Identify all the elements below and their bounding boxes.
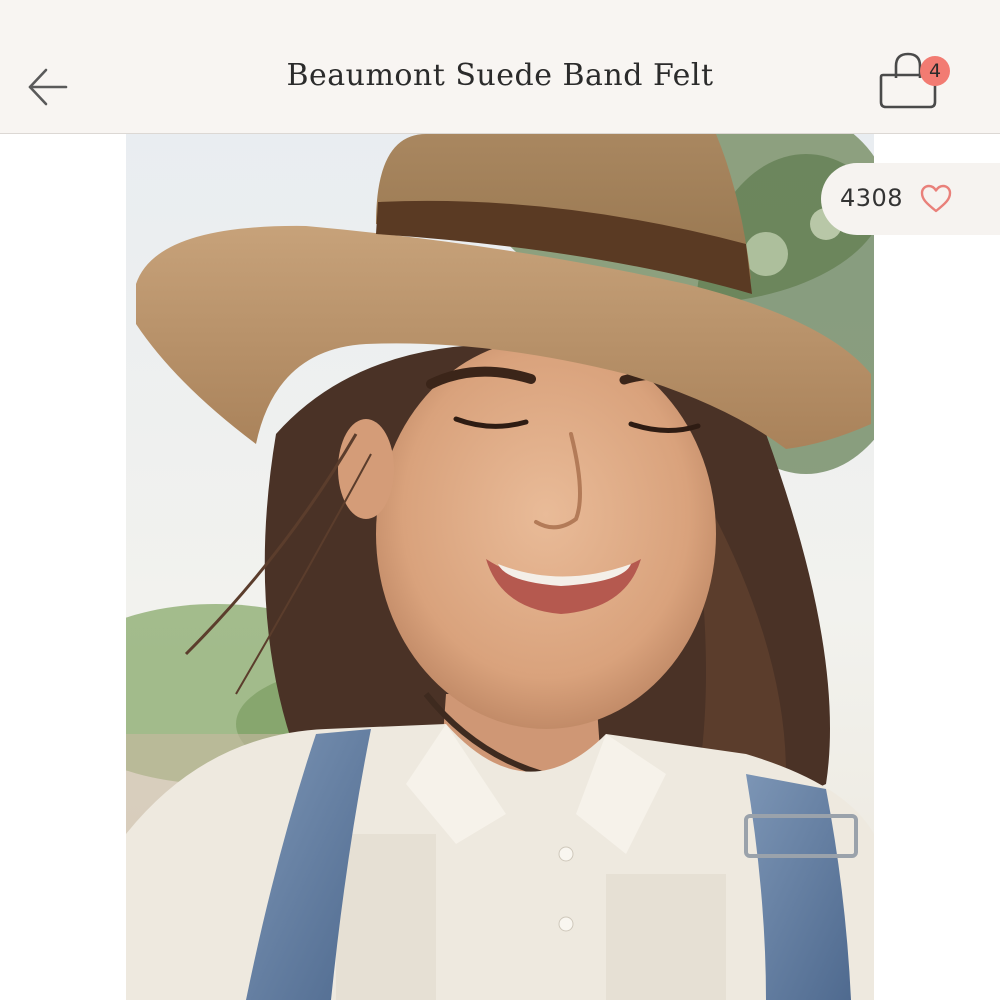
arrow-left-icon — [28, 68, 68, 106]
top-app-bar: Beaumont Suede Band Felt 4 — [0, 0, 1000, 134]
like-button[interactable]: 4308 — [821, 163, 1000, 235]
cart-count-badge: 4 — [920, 56, 950, 86]
product-image[interactable] — [126, 134, 874, 1000]
cart-button[interactable]: 4 — [872, 48, 952, 114]
page-title: Beaumont Suede Band Felt — [286, 58, 714, 93]
heart-outline-icon — [920, 184, 952, 213]
back-button[interactable] — [22, 62, 72, 112]
like-count: 4308 — [840, 184, 904, 212]
